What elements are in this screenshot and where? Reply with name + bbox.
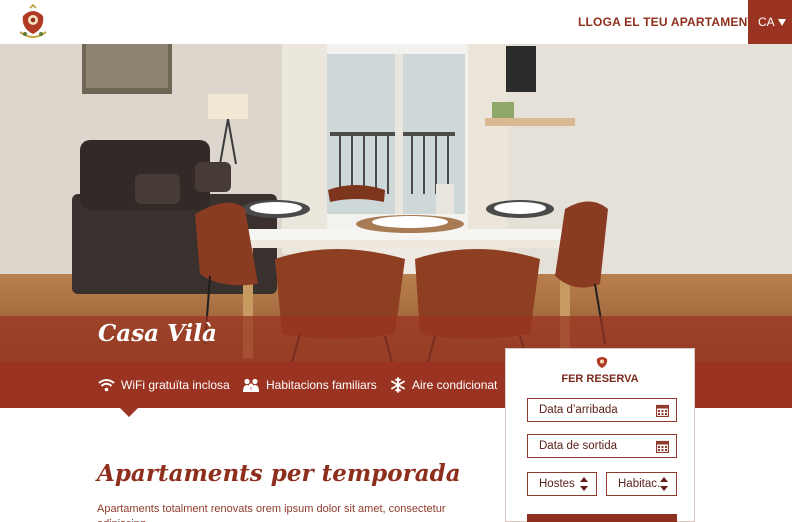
- section-description: Apartaments totalment renovats orem ipsu…: [97, 503, 446, 522]
- book-now-button[interactable]: [527, 514, 677, 522]
- amenity-label: Habitacions familiars: [266, 378, 377, 392]
- up-down-arrows-icon: [580, 477, 588, 491]
- amenity-air-conditioning: Aire condicionat: [390, 362, 497, 408]
- language-selector[interactable]: CA: [748, 0, 792, 44]
- amenity-family: Habitacions familiars: [242, 362, 377, 408]
- snowflake-icon: [391, 377, 405, 393]
- hero-photo: Casa Vilà: [0, 44, 792, 362]
- triangle-down-icon: [777, 19, 786, 26]
- crest-small-icon: [595, 355, 609, 369]
- departure-date-placeholder: Data de sortida: [539, 440, 617, 452]
- property-title: Casa Vilà: [98, 320, 217, 347]
- family-icon: [243, 378, 259, 392]
- arrival-date-input[interactable]: Data d’arribada: [527, 398, 677, 422]
- crest-logo-icon[interactable]: [16, 3, 50, 40]
- up-down-arrows-icon: [660, 477, 668, 491]
- wifi-icon: [98, 379, 115, 392]
- language-code: CA: [758, 15, 775, 29]
- guests-select[interactable]: Hostes: [527, 472, 597, 496]
- amenity-label: WiFi gratuïta inclosa: [121, 378, 230, 392]
- calendar-icon: [656, 404, 669, 417]
- section-heading: Apartaments per temporada: [97, 460, 461, 487]
- guests-label: Hostes: [539, 478, 575, 490]
- rooms-select[interactable]: Habitac.: [606, 472, 677, 496]
- departure-date-input[interactable]: Data de sortida: [527, 434, 677, 458]
- amenity-label: Aire condicionat: [412, 378, 498, 392]
- amenities-pointer: [120, 408, 138, 417]
- rooms-label: Habitac.: [618, 478, 661, 490]
- rent-your-apartment-link[interactable]: LLOGA EL TEU APARTAMENT!: [578, 0, 759, 44]
- calendar-icon: [656, 440, 669, 453]
- top-navigation-bar: LLOGA EL TEU APARTAMENT! CA: [0, 0, 792, 44]
- booking-title: FER RESERVA: [561, 373, 639, 385]
- arrival-date-placeholder: Data d’arribada: [539, 404, 618, 416]
- amenity-wifi: WiFi gratuïta inclosa: [98, 362, 230, 408]
